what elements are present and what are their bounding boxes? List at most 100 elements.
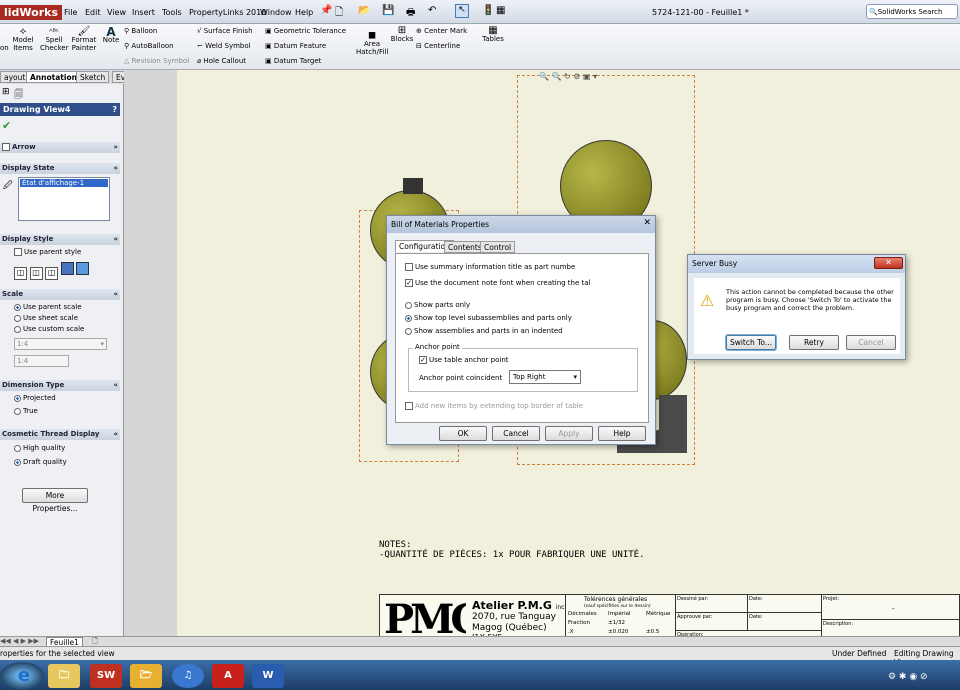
radio[interactable] [14,303,21,311]
surface-finish-button[interactable]: √ Surface Finish [197,27,253,35]
arrow-checkbox[interactable] [2,143,10,151]
save-icon[interactable]: 💾 [382,5,394,16]
tab-control[interactable]: Control [480,241,516,253]
solidworks-icon[interactable]: SW [90,664,122,688]
bom-properties-dialog[interactable]: Bill of Materials Properties ✕ Configurat… [386,215,656,445]
undo-icon[interactable]: ↶ [428,5,436,16]
note-font-option[interactable]: ✓ Use the document note font when creatin… [405,279,591,287]
ok-checkmark-icon[interactable]: ✔ [2,119,11,132]
pin-icon[interactable]: 📌 [320,5,332,16]
datum-feature-button[interactable]: ▣ Datum Feature [265,42,326,50]
datum-target-button[interactable]: ▣ Datum Target [265,57,321,65]
feature-tree-icon[interactable]: ⊞ [2,87,10,97]
high-quality-option[interactable]: High quality [14,444,65,452]
server-busy-titlebar[interactable]: Server Busy [688,255,905,273]
cancel-button[interactable]: Cancel [846,335,896,350]
retry-button[interactable]: Retry [789,335,839,350]
format-painter-button[interactable]: 🖌 Format Painter [70,27,98,53]
menu-file[interactable]: File [64,8,77,17]
draft-quality-option[interactable]: Draft quality [14,458,67,466]
close-icon[interactable]: ✕ [643,218,651,228]
radio[interactable] [405,314,412,322]
radio[interactable] [14,458,21,466]
show-top-level-option[interactable]: Show top level subassemblies and parts o… [405,314,572,322]
collapse-icon[interactable]: « [113,290,118,298]
use-parent-scale-option[interactable]: Use parent scale [14,303,82,311]
radio[interactable] [14,407,21,415]
checkbox[interactable] [405,263,413,271]
scale-section[interactable]: Scale « [0,289,120,300]
display-state-list[interactable]: Etat d'affichage-1 [18,177,110,221]
custom-scale-input[interactable]: 1:4 [14,355,69,367]
hole-callout-button[interactable]: ⌀ Hole Callout [197,57,246,65]
hidden-lines-visible-icon[interactable]: ◫ [29,267,43,280]
radio[interactable] [405,327,412,335]
checkbox[interactable] [405,402,413,410]
autoballoon-button[interactable]: ⚲ AutoBalloon [124,42,174,50]
itunes-icon[interactable]: ♫ [172,664,204,688]
center-mark-button[interactable]: ⊕ Center Mark [416,27,467,35]
tables-button[interactable]: ▦ Tables [480,26,506,44]
use-sheet-scale-option[interactable]: Use sheet scale [14,314,78,322]
anchor-point-dropdown[interactable]: Top Right ▾ [509,370,581,384]
tab-sketch[interactable]: Sketch [76,71,110,83]
geometric-tolerance-button[interactable]: ▣ Geometric Tolerance [265,27,346,35]
area-hatch-button[interactable]: ◼ Area Hatch/Fill [356,31,388,57]
menu-view[interactable]: View [107,8,126,17]
more-properties-button[interactable]: More Properties... [22,488,88,513]
help-icon[interactable]: ? [112,105,117,114]
folder-icon[interactable]: 🗁 [130,664,162,688]
heads-up-view-toolbar-icon[interactable]: 🔍 🔍 ↻ ⚙ ▣ ▾ [539,72,597,81]
tab-layout[interactable]: ayout [0,71,30,83]
spell-checker-button[interactable]: ᴬᴮᶜ Spell Checker [40,28,68,53]
shaded-edges-icon[interactable] [60,262,74,275]
acrobat-icon[interactable]: A [212,664,244,688]
projected-option[interactable]: Projected [14,394,56,402]
note-button[interactable]: A Note [101,26,121,44]
menu-help[interactable]: Help [295,8,313,17]
menu-window[interactable]: Window [260,8,292,17]
tab-annotation[interactable]: Annotation [26,71,81,83]
radio[interactable] [14,394,21,402]
property-manager-icon[interactable]: 🗐 [14,87,23,103]
menu-insert[interactable]: Insert [132,8,155,17]
display-state-item[interactable]: Etat d'affichage-1 [20,179,108,187]
revision-symbol-button[interactable]: △ Revision Symbol [124,57,189,65]
close-icon[interactable]: ✕ [874,257,903,269]
collapse-icon[interactable]: « [113,381,118,389]
menu-tools[interactable]: Tools [162,8,182,17]
search-box[interactable]: 🔍SolidWorks Search [866,4,958,19]
use-parent-style-checkbox[interactable] [14,248,22,256]
shaded-icon[interactable] [76,262,90,275]
cancel-button[interactable]: Cancel [492,426,540,441]
checkbox[interactable]: ✓ [419,356,427,364]
display-style-section[interactable]: Display Style « [0,234,120,245]
blocks-button[interactable]: ⊞ Blocks [390,26,414,44]
help-button[interactable]: Help [598,426,646,441]
radio[interactable] [14,314,21,322]
display-state-section[interactable]: Display State « [0,163,120,174]
collapse-icon[interactable]: « [113,430,118,438]
radio[interactable] [405,301,412,309]
select-arrow-icon[interactable]: ↖ [455,4,469,18]
print-icon[interactable]: 🖶 [406,5,415,22]
add-new-items-option[interactable]: Add new items by extending top border of… [405,402,583,410]
file-explorer-icon[interactable]: 🗀 [48,664,80,688]
custom-scale-dropdown[interactable]: 1:4 ▾ [14,338,107,350]
new-document-icon[interactable]: 🗋 [335,5,343,22]
arrow-section[interactable]: Arrow» [0,142,120,153]
menu-propertylinks[interactable]: PropertyLinks 2010 [189,8,266,17]
system-tray-icons[interactable]: ⚙ ✱ ◉ ⊘ [888,672,928,682]
wireframe-icon[interactable]: ◫ [14,267,27,280]
ok-button[interactable]: OK [439,426,487,441]
open-folder-icon[interactable]: 📂 [358,5,370,16]
radio[interactable] [14,325,21,333]
true-option[interactable]: True [14,407,38,415]
use-parent-style-option[interactable]: Use parent style [14,248,81,256]
weld-symbol-button[interactable]: ⌐ Weld Symbol [197,42,251,50]
model-items-button[interactable]: ⟡ Model Items [12,27,34,53]
balloon-button[interactable]: ⚲ Balloon [124,27,157,35]
use-custom-scale-option[interactable]: Use custom scale [14,325,84,333]
menu-edit[interactable]: Edit [85,8,101,17]
internet-explorer-icon[interactable]: e [8,664,40,688]
